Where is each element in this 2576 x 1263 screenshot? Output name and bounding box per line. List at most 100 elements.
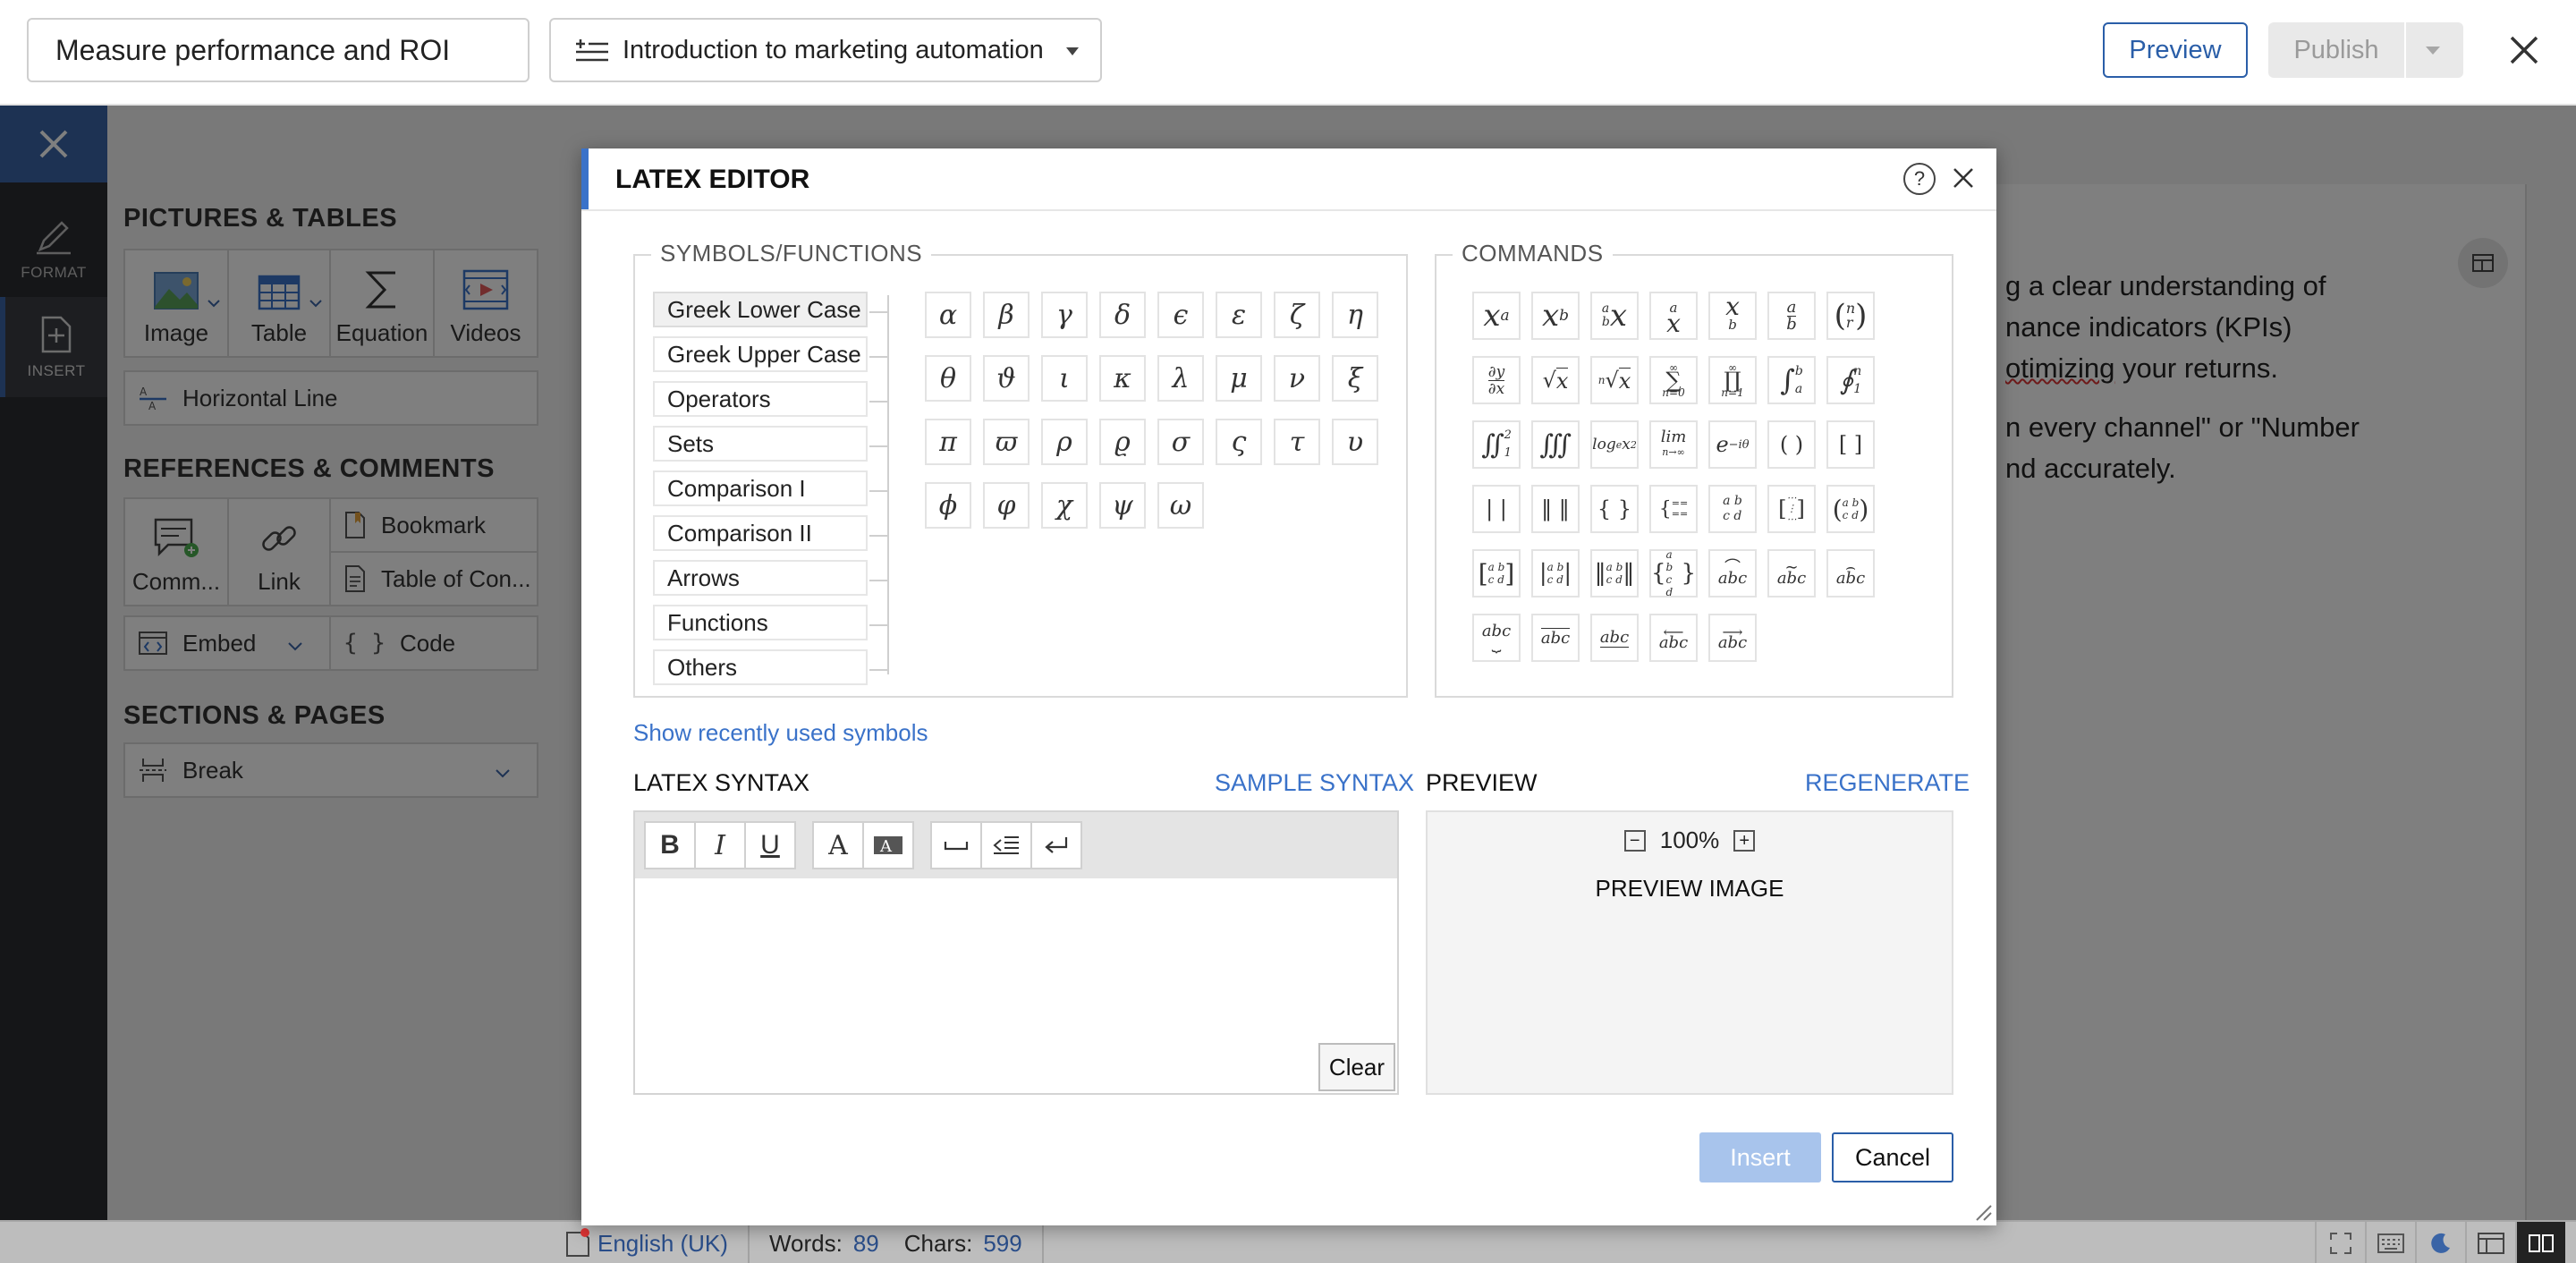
command-matrix[interactable]: a bc d: [1708, 485, 1757, 533]
language-selector[interactable]: English (UK): [597, 1230, 728, 1258]
symbol-button[interactable]: ϑ: [983, 355, 1030, 402]
command-nth-root[interactable]: n √ x: [1590, 356, 1639, 404]
regenerate-link[interactable]: REGENERATE: [1805, 769, 1970, 797]
category-comparison-1[interactable]: Comparison I: [653, 470, 868, 506]
command-double-integral[interactable]: ∬ 2 1: [1472, 420, 1521, 469]
command-contour-integral[interactable]: ∮ n 1: [1826, 356, 1875, 404]
symbol-button[interactable]: υ: [1332, 419, 1378, 465]
command-binomial[interactable]: (n r): [1826, 292, 1875, 340]
symbol-button[interactable]: ϕ: [925, 482, 971, 529]
command-overarc[interactable]: ⌢ abc: [1826, 549, 1875, 598]
command-Bmatrix[interactable]: {a bc d}: [1649, 548, 1698, 598]
close-icon[interactable]: [2504, 30, 2544, 70]
symbol-button[interactable]: ι: [1041, 355, 1088, 402]
command-overleftarrow[interactable]: ⟵ abc: [1649, 614, 1698, 662]
insert-button[interactable]: Insert: [1699, 1132, 1821, 1182]
category-greek-lower[interactable]: Greek Lower Case: [653, 292, 868, 327]
command-underbrace[interactable]: abc ⏟: [1472, 614, 1521, 662]
command-cases[interactable]: {== ==: [1649, 485, 1698, 533]
italic-button[interactable]: I: [694, 821, 746, 869]
symbol-button[interactable]: ψ: [1099, 482, 1146, 529]
symbol-button[interactable]: κ: [1099, 355, 1146, 402]
symbol-button[interactable]: ϵ: [1157, 292, 1204, 338]
command-brackets[interactable]: [ ]: [1826, 420, 1875, 469]
new-line-button[interactable]: [1030, 821, 1082, 869]
preview-button[interactable]: Preview: [2103, 22, 2248, 78]
chevron-down-icon[interactable]: [2426, 46, 2440, 55]
resize-handle-icon[interactable]: [1973, 1202, 1993, 1222]
command-bmatrix[interactable]: [a bc d]: [1472, 549, 1521, 598]
course-select[interactable]: Introduction to marketing automation: [549, 18, 1102, 82]
command-overset[interactable]: ax: [1649, 292, 1698, 340]
symbol-button[interactable]: η: [1332, 292, 1378, 338]
spellcheck-error-icon[interactable]: [565, 1227, 592, 1258]
command-triple-integral[interactable]: ∭: [1531, 420, 1580, 469]
command-pmatrix[interactable]: (a bc d): [1826, 485, 1875, 533]
command-norm[interactable]: ‖ ‖: [1531, 485, 1580, 533]
symbol-button[interactable]: θ: [925, 355, 971, 402]
command-partial-derivative[interactable]: ∂y ∂x: [1472, 356, 1521, 404]
close-icon[interactable]: [1950, 165, 1977, 191]
reader-view-button[interactable]: [2515, 1222, 2565, 1263]
command-underset[interactable]: xb: [1708, 292, 1757, 340]
symbol-button[interactable]: π: [925, 419, 971, 465]
symbol-button[interactable]: α: [925, 292, 971, 338]
symbol-button[interactable]: ρ: [1041, 419, 1088, 465]
symbol-button[interactable]: τ: [1274, 419, 1320, 465]
command-braces[interactable]: { }: [1590, 485, 1639, 533]
command-limit[interactable]: lim n→∞: [1649, 420, 1698, 469]
command-definite-integral[interactable]: ∫ b a: [1767, 356, 1816, 404]
symbol-button[interactable]: ϖ: [983, 419, 1030, 465]
command-logarithm[interactable]: log e x 2: [1590, 420, 1639, 469]
category-greek-upper[interactable]: Greek Upper Case: [653, 336, 868, 372]
command-superscript[interactable]: xa: [1472, 292, 1521, 340]
symbol-button[interactable]: ζ: [1274, 292, 1320, 338]
layout-button[interactable]: [2465, 1222, 2515, 1263]
command-dotted-matrix[interactable]: [⋯ ⋮ ⋯]: [1767, 485, 1816, 533]
category-comparison-2[interactable]: Comparison II: [653, 515, 868, 551]
command-widetilde[interactable]: ∼ abc: [1767, 549, 1816, 598]
command-underline[interactable]: abc: [1590, 614, 1639, 662]
symbol-button[interactable]: β: [983, 292, 1030, 338]
symbol-button[interactable]: δ: [1099, 292, 1146, 338]
command-overrightarrow[interactable]: ⟶ abc: [1708, 614, 1757, 662]
latex-syntax-editor[interactable]: B I U A A Clear: [633, 810, 1399, 1095]
symbol-button[interactable]: μ: [1216, 355, 1262, 402]
symbol-button[interactable]: ϱ: [1099, 419, 1146, 465]
category-others[interactable]: Others: [653, 649, 868, 685]
background-color-button[interactable]: A: [862, 821, 914, 869]
lesson-title-input[interactable]: Measure performance and ROI: [27, 18, 530, 82]
command-absolute[interactable]: | |: [1472, 485, 1521, 533]
command-pre-scripts[interactable]: abx: [1590, 292, 1639, 340]
font-color-button[interactable]: A: [812, 821, 864, 869]
command-vmatrix[interactable]: | a bc d |: [1531, 549, 1580, 598]
command-exponential[interactable]: e −iθ: [1708, 420, 1757, 469]
symbol-button[interactable]: σ: [1157, 419, 1204, 465]
command-fraction[interactable]: ab: [1767, 292, 1816, 340]
underline-button[interactable]: U: [744, 821, 796, 869]
command-Vmatrix[interactable]: ‖ a bc d ‖: [1590, 549, 1639, 598]
command-product[interactable]: ∞ ∏ n=1: [1708, 356, 1757, 404]
category-operators[interactable]: Operators: [653, 381, 868, 417]
help-icon[interactable]: ?: [1903, 163, 1936, 195]
clear-button[interactable]: Clear: [1318, 1043, 1395, 1091]
bold-button[interactable]: B: [644, 821, 696, 869]
symbol-button[interactable]: φ: [983, 482, 1030, 529]
outdent-button[interactable]: [980, 821, 1032, 869]
zoom-out-button[interactable]: −: [1623, 829, 1646, 852]
symbol-button[interactable]: γ: [1041, 292, 1088, 338]
dark-mode-button[interactable]: [2415, 1222, 2465, 1263]
symbol-button[interactable]: ξ: [1332, 355, 1378, 402]
publish-button[interactable]: Publish: [2268, 22, 2463, 78]
command-subscript[interactable]: xb: [1531, 292, 1580, 340]
category-arrows[interactable]: Arrows: [653, 560, 868, 596]
symbol-button[interactable]: χ: [1041, 482, 1088, 529]
symbol-button[interactable]: ε: [1216, 292, 1262, 338]
command-widehat[interactable]: ⌒ abc: [1708, 549, 1757, 598]
category-sets[interactable]: Sets: [653, 426, 868, 462]
insert-space-button[interactable]: [930, 821, 982, 869]
keyboard-button[interactable]: [2365, 1222, 2415, 1263]
category-functions[interactable]: Functions: [653, 605, 868, 640]
cancel-button[interactable]: Cancel: [1832, 1132, 1953, 1182]
command-overline[interactable]: abc: [1531, 614, 1580, 662]
